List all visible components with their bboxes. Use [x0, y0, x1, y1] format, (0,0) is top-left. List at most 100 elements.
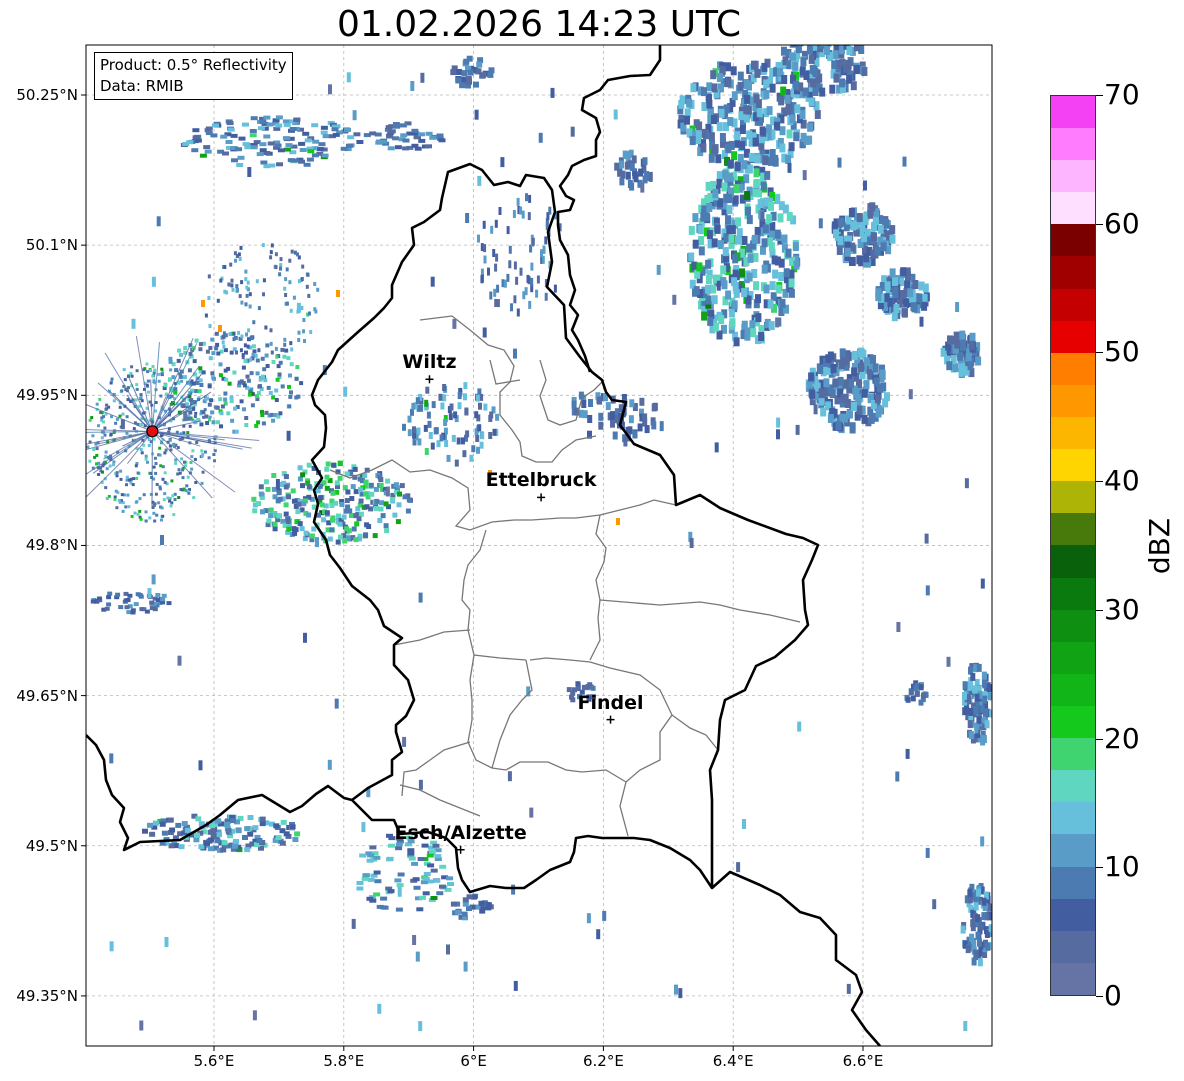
echo-cell — [775, 284, 782, 294]
echo-cell — [283, 474, 289, 480]
echo-cell — [982, 695, 988, 704]
echo-cell — [733, 337, 740, 347]
echo-cell — [201, 300, 205, 307]
echo-cell — [962, 681, 968, 690]
echo-cell — [152, 380, 156, 384]
echo-cell — [193, 457, 197, 461]
echo-cell — [297, 338, 301, 342]
colorbar-tick-mark — [1096, 352, 1103, 354]
echo-cell — [754, 226, 761, 236]
echo-cell — [896, 622, 901, 632]
echo-cell — [477, 234, 480, 243]
echo-cell — [900, 290, 906, 299]
echo-cell — [176, 472, 180, 476]
echo-cell — [807, 122, 814, 132]
echo-cell — [648, 171, 653, 182]
echo-cell — [139, 1020, 144, 1031]
echo-cell — [477, 28, 485, 33]
echo-cell — [315, 537, 319, 548]
echo-cell — [137, 593, 143, 597]
echo-cell — [433, 427, 438, 435]
echo-cell — [632, 430, 638, 439]
echo-cell — [846, 46, 853, 55]
echo-cell — [306, 512, 312, 518]
echo-cell — [250, 116, 258, 121]
echo-cell — [651, 421, 657, 430]
echo-cell — [832, 45, 839, 46]
echo-cell — [416, 907, 424, 912]
echo-cell — [168, 377, 172, 382]
echo-cell — [266, 518, 272, 524]
echo-cell — [457, 392, 462, 400]
echo-cell — [711, 83, 718, 93]
echo-cell — [337, 521, 343, 527]
echo-cell — [845, 59, 852, 69]
latitude-label: 49.35°N — [16, 986, 78, 1005]
echo-cell — [257, 126, 265, 131]
echo-cell — [257, 306, 261, 311]
echo-cell — [98, 397, 102, 401]
echo-cell — [768, 321, 775, 331]
echo-cell — [309, 330, 313, 334]
echo-cell — [135, 387, 139, 391]
echo-cell — [224, 821, 231, 827]
echo-cell — [686, 98, 693, 108]
echo-cell — [453, 411, 458, 419]
echo-cell — [462, 450, 467, 458]
radar-map[interactable] — [0, 0, 1184, 1081]
echo-cell — [258, 384, 262, 389]
echo-cell — [97, 424, 100, 428]
echo-cell — [640, 182, 645, 193]
echo-cell — [513, 295, 517, 304]
echo-cell — [322, 134, 330, 139]
echo-cell — [817, 365, 824, 375]
echo-cell — [901, 308, 908, 318]
echo-cell — [260, 509, 265, 515]
echo-cell — [581, 400, 587, 408]
echo-cell — [235, 284, 239, 289]
echo-cell — [741, 160, 748, 170]
echo-cell — [193, 837, 200, 843]
echo-cell — [678, 99, 685, 109]
echo-cell — [704, 194, 711, 204]
echo-cell — [586, 913, 591, 924]
echo-cell — [200, 481, 204, 485]
echo-cell — [177, 468, 181, 472]
echo-cell — [118, 605, 124, 610]
echo-cell — [496, 299, 500, 308]
echo-cell — [367, 877, 375, 882]
echo-cell — [101, 470, 104, 474]
echo-cell — [263, 479, 269, 485]
echo-cell — [692, 239, 699, 249]
echo-cell — [181, 468, 185, 472]
echo-cell — [596, 929, 601, 940]
echo-cell — [448, 413, 453, 421]
echo-cell — [103, 433, 107, 437]
echo-cell — [224, 377, 229, 382]
echo-cell — [302, 329, 305, 334]
echo-cell — [236, 163, 244, 167]
echo-cell — [330, 490, 336, 496]
echo-cell — [151, 374, 155, 378]
echo-cell — [112, 463, 115, 467]
echo-cell — [144, 510, 148, 514]
echo-cell — [171, 494, 175, 498]
echo-cell — [181, 476, 185, 480]
echo-cell — [434, 854, 442, 859]
echo-cell — [705, 284, 711, 294]
echo-cell — [262, 367, 267, 372]
echo-cell — [303, 632, 307, 643]
echo-cell — [242, 142, 250, 147]
echo-cell — [275, 377, 280, 382]
echo-cell — [769, 149, 776, 158]
echo-cell — [297, 521, 303, 527]
echo-cell — [218, 373, 223, 378]
echo-cell — [963, 1021, 968, 1031]
echo-cell — [234, 429, 239, 434]
echo-cell — [714, 224, 721, 234]
echo-cell — [115, 506, 119, 510]
echo-cell — [354, 521, 360, 527]
echo-cell — [722, 247, 729, 257]
echo-cell — [775, 317, 780, 328]
echo-cell — [331, 462, 337, 468]
